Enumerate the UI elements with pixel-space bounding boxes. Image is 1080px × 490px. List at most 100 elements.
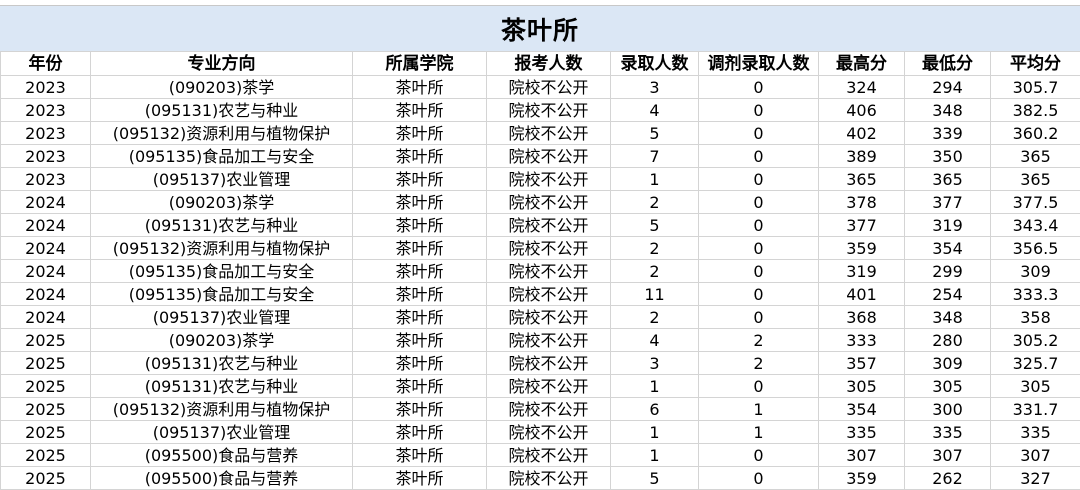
cell-major[interactable]: (095500)食品与营养 [90,466,353,490]
cell-year[interactable]: 2025 [0,374,91,398]
header-admitted[interactable]: 录取人数 [610,51,699,76]
cell-avg-score[interactable]: 325.7 [990,351,1080,375]
cell-avg-score[interactable]: 305 [990,374,1080,398]
cell-avg-score[interactable]: 305.7 [990,75,1080,99]
cell-min-score[interactable]: 262 [904,466,991,490]
header-avg-score[interactable]: 平均分 [990,51,1080,76]
cell-min-score[interactable]: 319 [904,213,991,237]
cell-year[interactable]: 2023 [0,144,91,168]
cell-avg-score[interactable]: 307 [990,443,1080,467]
cell-major[interactable]: (090203)茶学 [90,75,353,99]
cell-major[interactable]: (095132)资源利用与植物保护 [90,236,353,260]
header-min-score[interactable]: 最低分 [904,51,991,76]
cell-avg-score[interactable]: 309 [990,259,1080,283]
cell-adjusted[interactable]: 0 [698,190,819,214]
cell-min-score[interactable]: 350 [904,144,991,168]
cell-max-score[interactable]: 307 [818,443,905,467]
cell-applicants[interactable]: 院校不公开 [486,190,611,214]
cell-max-score[interactable]: 365 [818,167,905,191]
header-max-score[interactable]: 最高分 [818,51,905,76]
cell-major[interactable]: (095131)农艺与种业 [90,98,353,122]
cell-adjusted[interactable]: 0 [698,98,819,122]
cell-adjusted[interactable]: 0 [698,305,819,329]
cell-year[interactable]: 2023 [0,167,91,191]
cell-applicants[interactable]: 院校不公开 [486,397,611,421]
cell-year[interactable]: 2023 [0,75,91,99]
cell-year[interactable]: 2025 [0,351,91,375]
cell-college[interactable]: 茶叶所 [352,213,487,237]
cell-college[interactable]: 茶叶所 [352,328,487,352]
cell-year[interactable]: 2024 [0,190,91,214]
cell-year[interactable]: 2024 [0,282,91,306]
cell-admitted[interactable]: 4 [610,98,699,122]
cell-applicants[interactable]: 院校不公开 [486,305,611,329]
cell-min-score[interactable]: 348 [904,305,991,329]
cell-college[interactable]: 茶叶所 [352,397,487,421]
cell-adjusted[interactable]: 0 [698,167,819,191]
cell-major[interactable]: (090203)茶学 [90,328,353,352]
cell-max-score[interactable]: 333 [818,328,905,352]
cell-admitted[interactable]: 2 [610,259,699,283]
cell-major[interactable]: (095132)资源利用与植物保护 [90,397,353,421]
cell-admitted[interactable]: 2 [610,236,699,260]
cell-max-score[interactable]: 401 [818,282,905,306]
cell-adjusted[interactable]: 0 [698,144,819,168]
cell-min-score[interactable]: 365 [904,167,991,191]
cell-admitted[interactable]: 3 [610,351,699,375]
cell-major[interactable]: (095137)农业管理 [90,167,353,191]
cell-college[interactable]: 茶叶所 [352,443,487,467]
cell-applicants[interactable]: 院校不公开 [486,374,611,398]
cell-college[interactable]: 茶叶所 [352,75,487,99]
cell-admitted[interactable]: 6 [610,397,699,421]
cell-max-score[interactable]: 335 [818,420,905,444]
cell-year[interactable]: 2025 [0,443,91,467]
cell-major[interactable]: (095131)农艺与种业 [90,374,353,398]
cell-college[interactable]: 茶叶所 [352,167,487,191]
cell-admitted[interactable]: 2 [610,190,699,214]
cell-college[interactable]: 茶叶所 [352,351,487,375]
cell-adjusted[interactable]: 0 [698,282,819,306]
cell-admitted[interactable]: 5 [610,466,699,490]
cell-avg-score[interactable]: 333.3 [990,282,1080,306]
cell-adjusted[interactable]: 2 [698,328,819,352]
cell-adjusted[interactable]: 0 [698,75,819,99]
cell-admitted[interactable]: 3 [610,75,699,99]
cell-max-score[interactable]: 389 [818,144,905,168]
cell-min-score[interactable]: 354 [904,236,991,260]
cell-applicants[interactable]: 院校不公开 [486,144,611,168]
cell-adjusted[interactable]: 0 [698,236,819,260]
cell-min-score[interactable]: 300 [904,397,991,421]
cell-max-score[interactable]: 319 [818,259,905,283]
cell-admitted[interactable]: 7 [610,144,699,168]
cell-max-score[interactable]: 357 [818,351,905,375]
cell-year[interactable]: 2024 [0,259,91,283]
cell-max-score[interactable]: 305 [818,374,905,398]
cell-min-score[interactable]: 280 [904,328,991,352]
cell-adjusted[interactable]: 0 [698,443,819,467]
cell-min-score[interactable]: 299 [904,259,991,283]
cell-year[interactable]: 2023 [0,98,91,122]
cell-major[interactable]: (095131)农艺与种业 [90,213,353,237]
cell-major[interactable]: (095135)食品加工与安全 [90,282,353,306]
cell-avg-score[interactable]: 377.5 [990,190,1080,214]
cell-avg-score[interactable]: 365 [990,144,1080,168]
cell-avg-score[interactable]: 327 [990,466,1080,490]
cell-admitted[interactable]: 4 [610,328,699,352]
cell-adjusted[interactable]: 0 [698,466,819,490]
cell-college[interactable]: 茶叶所 [352,98,487,122]
cell-adjusted[interactable]: 0 [698,259,819,283]
cell-major[interactable]: (095135)食品加工与安全 [90,144,353,168]
cell-applicants[interactable]: 院校不公开 [486,443,611,467]
cell-avg-score[interactable]: 358 [990,305,1080,329]
cell-year[interactable]: 2025 [0,328,91,352]
cell-major[interactable]: (095132)资源利用与植物保护 [90,121,353,145]
cell-college[interactable]: 茶叶所 [352,144,487,168]
cell-college[interactable]: 茶叶所 [352,190,487,214]
cell-applicants[interactable]: 院校不公开 [486,167,611,191]
cell-applicants[interactable]: 院校不公开 [486,75,611,99]
cell-major[interactable]: (095137)农业管理 [90,420,353,444]
cell-avg-score[interactable]: 360.2 [990,121,1080,145]
cell-max-score[interactable]: 406 [818,98,905,122]
cell-applicants[interactable]: 院校不公开 [486,236,611,260]
cell-college[interactable]: 茶叶所 [352,282,487,306]
